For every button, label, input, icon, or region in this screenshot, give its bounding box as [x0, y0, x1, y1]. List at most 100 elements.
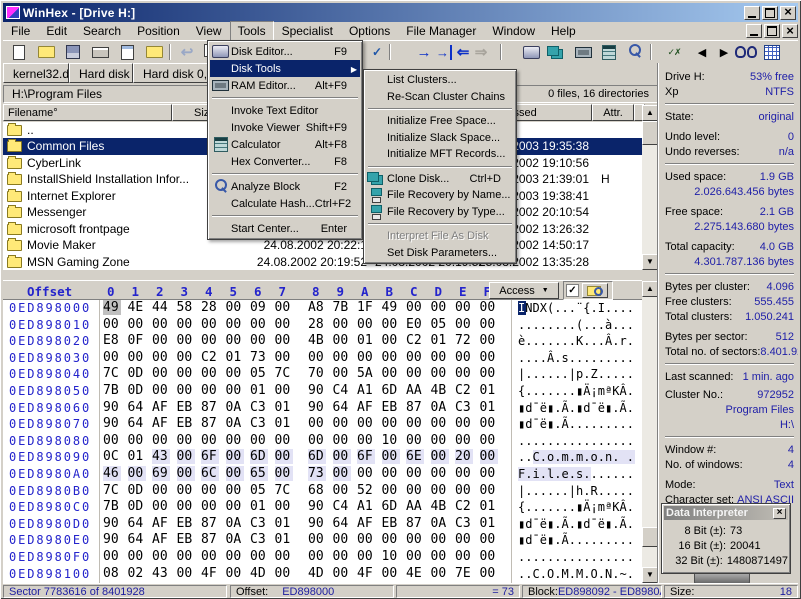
hex-byte[interactable]: 87: [201, 400, 219, 415]
hex-converter-icon[interactable]: [663, 43, 685, 61]
hex-byte[interactable]: 01: [480, 400, 498, 415]
hex-editor-grid[interactable]: 0ED898000494E445828000900A87B1F490000000…: [3, 300, 642, 583]
hex-byte[interactable]: 01: [275, 400, 293, 415]
hex-byte[interactable]: 00: [382, 366, 400, 381]
hex-byte[interactable]: 4B: [431, 499, 449, 514]
sync-checkbox[interactable]: ✓: [566, 284, 579, 297]
hex-byte[interactable]: 00: [177, 483, 195, 498]
hex-byte[interactable]: 00: [333, 317, 351, 332]
hex-byte[interactable]: 00: [431, 366, 449, 381]
hex-byte[interactable]: 00: [480, 366, 498, 381]
hex-row[interactable]: 0ED8980900C0143006F006D006D006F006E00200…: [3, 449, 642, 466]
tab-hard-disk-0[interactable]: Hard disk 0: [69, 63, 133, 83]
hex-byte[interactable]: 00: [431, 483, 449, 498]
hex-byte[interactable]: 49: [382, 300, 400, 315]
hex-byte[interactable]: A8: [308, 300, 326, 315]
hex-byte[interactable]: 4F: [357, 566, 375, 581]
hex-byte[interactable]: 64: [128, 532, 146, 547]
hex-row[interactable]: 0ED8980609064AFEB870AC3019064AFEB870AC30…: [3, 400, 642, 417]
hex-byte[interactable]: 00: [480, 483, 498, 498]
hex-byte[interactable]: 4E: [406, 566, 424, 581]
hex-byte[interactable]: 00: [333, 532, 351, 547]
column-header-attr[interactable]: Attr.: [592, 104, 634, 121]
hex-byte[interactable]: 6E: [406, 449, 424, 464]
menu-item-calculator[interactable]: CalculatorAlt+F8: [210, 136, 360, 153]
hex-char[interactable]: .: [627, 384, 635, 398]
hex-byte[interactable]: C3: [250, 400, 268, 415]
hex-byte[interactable]: 00: [382, 317, 400, 332]
hex-byte[interactable]: 7C: [275, 483, 293, 498]
hex-byte[interactable]: 00: [128, 549, 146, 564]
hex-byte[interactable]: C3: [250, 416, 268, 431]
hex-byte[interactable]: 7B: [333, 300, 351, 315]
hex-byte[interactable]: 00: [201, 499, 219, 514]
hex-byte[interactable]: 00: [226, 449, 244, 464]
hex-byte[interactable]: 00: [333, 449, 351, 464]
hex-byte[interactable]: 00: [226, 433, 244, 448]
hex-byte[interactable]: 00: [308, 416, 326, 431]
child-close-button[interactable]: [782, 24, 798, 38]
hex-byte[interactable]: 00: [103, 549, 121, 564]
hex-byte[interactable]: 00: [308, 350, 326, 365]
hex-row[interactable]: 0ED8980709064AFEB870AC301000000000000000…: [3, 416, 642, 433]
hex-byte[interactable]: 01: [431, 333, 449, 348]
menu-item-invoke-viewer[interactable]: Invoke ViewerShift+F9: [210, 119, 360, 136]
hex-byte[interactable]: 01: [480, 516, 498, 531]
hex-byte[interactable]: 00: [455, 350, 473, 365]
hex-byte[interactable]: 00: [226, 499, 244, 514]
tab-kernel32-dll[interactable]: kernel32.dll: [3, 63, 69, 83]
hex-byte[interactable]: 69: [152, 466, 170, 481]
hex-byte[interactable]: 00: [333, 483, 351, 498]
hex-scrollbar-thumb[interactable]: [642, 527, 658, 547]
hex-byte[interactable]: 49: [103, 300, 121, 315]
hex-byte[interactable]: 64: [128, 400, 146, 415]
disk-editor-icon[interactable]: [520, 43, 542, 61]
hex-byte[interactable]: 01: [275, 516, 293, 531]
hex-byte[interactable]: 00: [382, 449, 400, 464]
hex-byte[interactable]: 00: [431, 566, 449, 581]
hex-byte[interactable]: 0D: [128, 483, 146, 498]
hex-byte[interactable]: 43: [152, 449, 170, 464]
hex-byte[interactable]: 00: [250, 549, 268, 564]
hex-byte[interactable]: 00: [103, 317, 121, 332]
hex-byte[interactable]: 73: [308, 466, 326, 481]
hex-scroll-up-button[interactable]: ▲: [642, 281, 658, 297]
hex-scroll-down-button[interactable]: ▼: [642, 567, 658, 583]
hex-byte[interactable]: 73: [250, 350, 268, 365]
hex-byte[interactable]: 00: [382, 466, 400, 481]
hex-byte[interactable]: 0A: [431, 400, 449, 415]
hex-byte[interactable]: 90: [308, 499, 326, 514]
hex-byte[interactable]: 00: [480, 300, 498, 315]
hex-byte[interactable]: 00: [455, 416, 473, 431]
hex-byte[interactable]: 00: [357, 466, 375, 481]
hex-byte[interactable]: 00: [333, 350, 351, 365]
menu-edit[interactable]: Edit: [38, 21, 75, 41]
hex-row[interactable]: 0ED89803000000000C2017300000000000000000…: [3, 350, 642, 367]
hex-byte[interactable]: 00: [177, 317, 195, 332]
convert-icon[interactable]: [366, 43, 388, 61]
hex-byte[interactable]: 00: [128, 350, 146, 365]
hex-byte[interactable]: 64: [128, 516, 146, 531]
hex-row[interactable]: 0ED8980D09064AFEB870AC3019064AFEB870AC30…: [3, 516, 642, 533]
tab-hard-disk-0-p[interactable]: Hard disk 0, P.: [133, 63, 213, 83]
hex-char[interactable]: .: [627, 351, 635, 365]
hex-byte[interactable]: 00: [406, 416, 424, 431]
hex-byte[interactable]: 90: [103, 400, 121, 415]
hex-byte[interactable]: 7B: [103, 383, 121, 398]
hex-byte[interactable]: 00: [431, 300, 449, 315]
hex-byte[interactable]: 00: [177, 383, 195, 398]
menu-window[interactable]: Window: [484, 21, 543, 41]
hex-byte[interactable]: 00: [382, 566, 400, 581]
child-restore-button[interactable]: [764, 24, 780, 38]
hex-byte[interactable]: 01: [250, 499, 268, 514]
hex-byte[interactable]: 90: [308, 383, 326, 398]
hex-byte[interactable]: EB: [177, 400, 195, 415]
hex-byte[interactable]: 00: [152, 383, 170, 398]
hex-byte[interactable]: 00: [455, 433, 473, 448]
hex-byte[interactable]: 00: [333, 433, 351, 448]
hex-byte[interactable]: 00: [455, 300, 473, 315]
hex-byte[interactable]: 00: [357, 549, 375, 564]
hex-byte[interactable]: 7C: [103, 366, 121, 381]
restore-button[interactable]: [762, 6, 778, 20]
hex-byte[interactable]: 28: [201, 300, 219, 315]
